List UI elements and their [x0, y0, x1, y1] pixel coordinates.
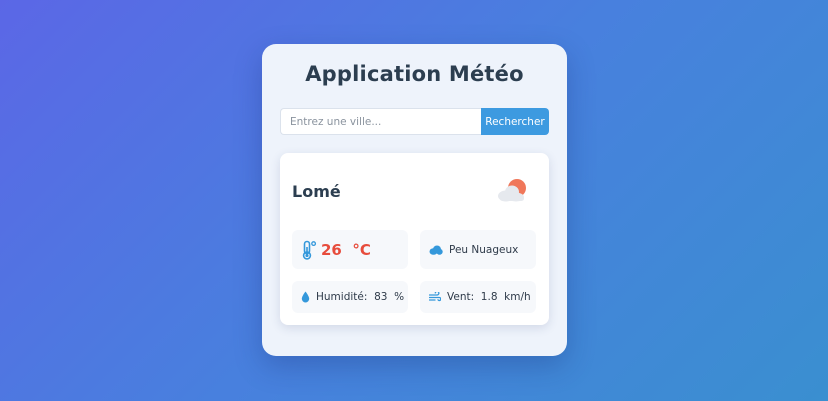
search-bar: Rechercher — [280, 108, 549, 135]
city-name: Lomé — [292, 182, 341, 201]
wind-icon — [429, 291, 441, 303]
weather-description: Peu Nuageux — [449, 243, 519, 256]
humidity-tile: Humidité: 83 % — [292, 281, 408, 313]
partly-cloudy-icon — [498, 179, 526, 202]
wind-tile: Vent: 1.8 km/h — [420, 281, 536, 313]
humidity-value: Humidité: 83 % — [316, 291, 405, 303]
weather-app-card: Application Météo Rechercher Lomé — [262, 44, 567, 356]
temperature-value: 26 °C — [321, 240, 371, 259]
city-search-input[interactable] — [280, 108, 481, 135]
temperature-tile: 26 °C — [292, 230, 408, 269]
search-button[interactable]: Rechercher — [481, 108, 549, 135]
water-drop-icon — [301, 291, 310, 303]
thermometer-icon — [301, 240, 317, 260]
wind-value: Vent: 1.8 km/h — [447, 291, 531, 303]
app-title: Application Météo — [305, 62, 524, 86]
description-tile: Peu Nuageux — [420, 230, 536, 269]
cloud-icon — [429, 245, 443, 255]
weather-result-card: Lomé 26 °C Peu Nuageux Humidité: 83 % Ve… — [280, 153, 549, 325]
